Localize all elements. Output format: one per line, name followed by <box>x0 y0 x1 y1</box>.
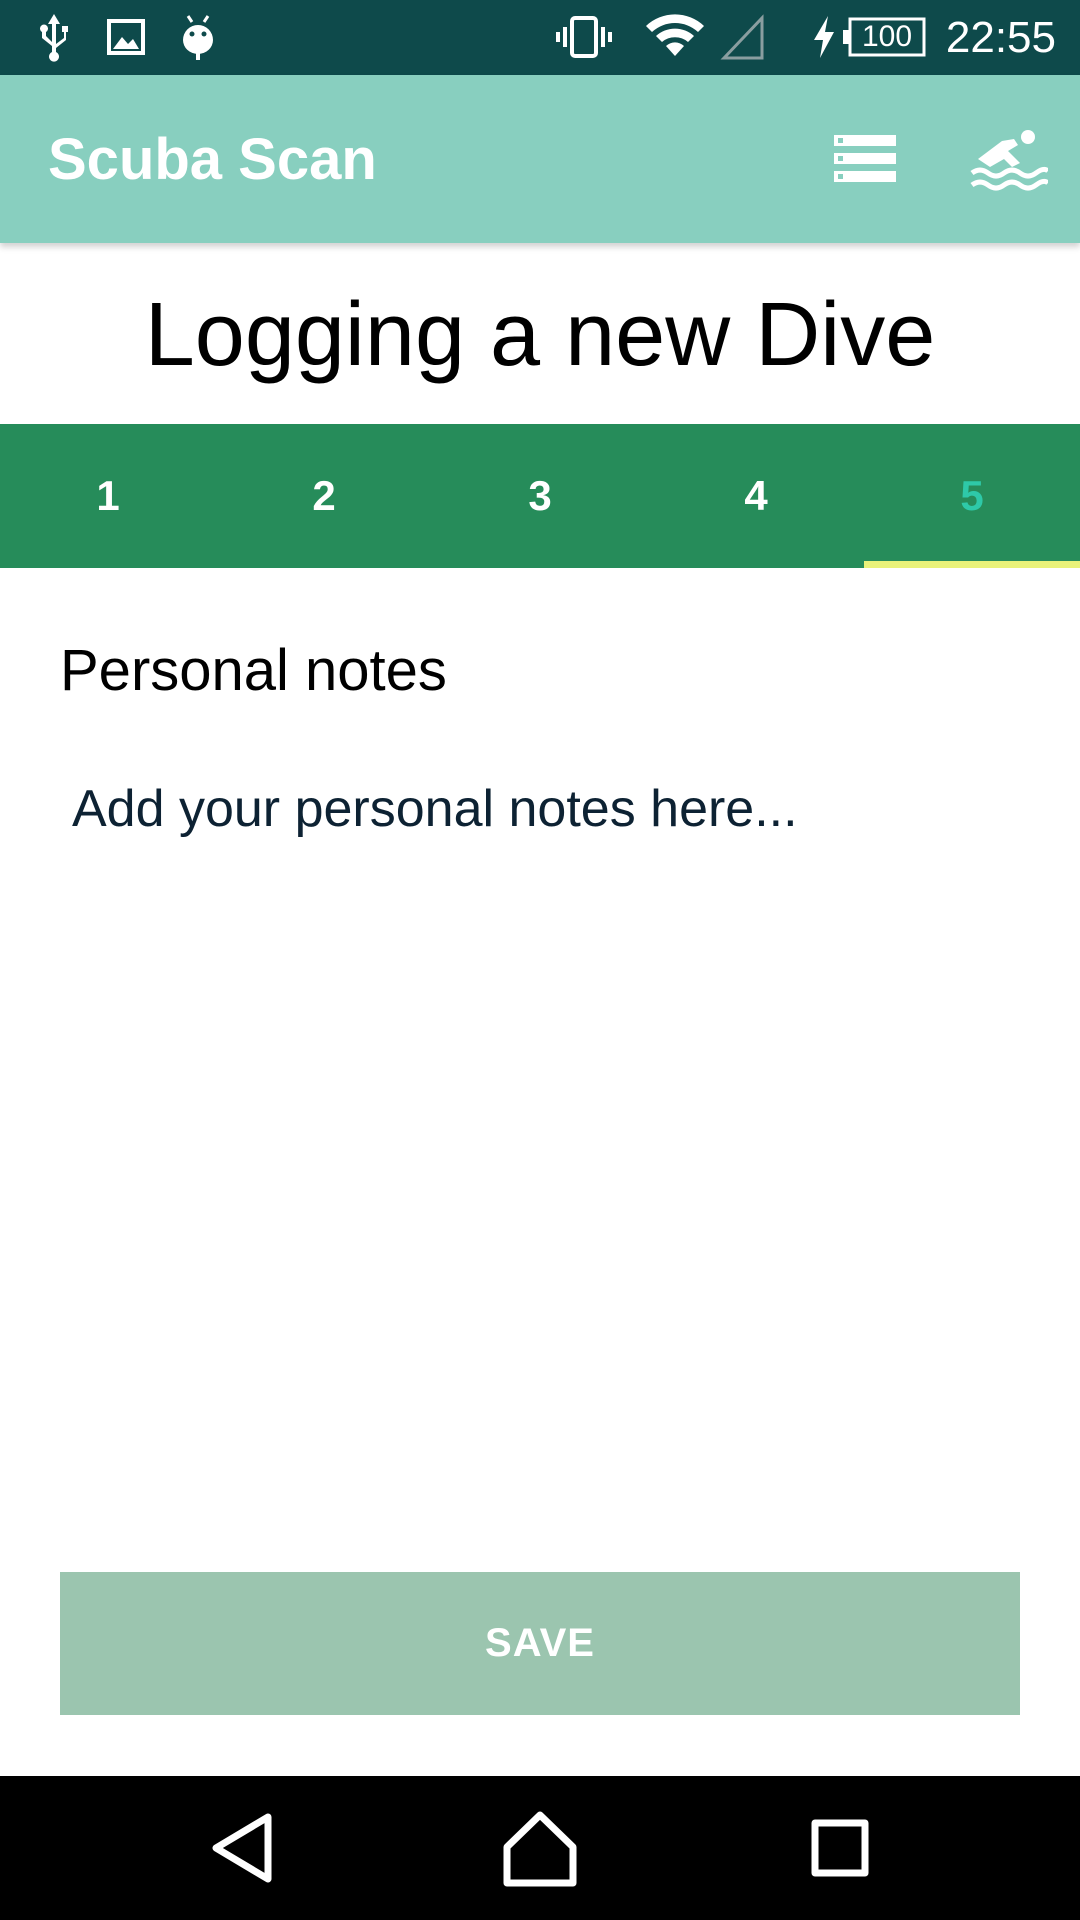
vibrate-icon <box>556 16 612 58</box>
back-icon <box>212 1813 272 1883</box>
notes-input[interactable] <box>60 770 1020 1530</box>
app-bar: Scuba Scan <box>0 75 1080 243</box>
list-button[interactable] <box>824 123 904 195</box>
navigation-bar <box>0 1776 1080 1920</box>
tab-step-1[interactable]: 1 <box>0 424 216 568</box>
back-button[interactable] <box>198 1803 288 1893</box>
recents-button[interactable] <box>795 1803 885 1893</box>
save-button[interactable]: SAVE <box>60 1572 1020 1715</box>
tab-label: 1 <box>96 472 120 519</box>
swimmer-icon <box>970 130 1050 191</box>
charging-icon <box>814 16 834 58</box>
home-button[interactable] <box>495 1803 585 1893</box>
tab-label: 5 <box>960 472 984 519</box>
image-icon <box>107 19 145 55</box>
status-time: 22:55 <box>945 13 1056 62</box>
recents-icon <box>811 1819 869 1877</box>
notes-label: Personal notes <box>60 638 447 703</box>
tab-label: 3 <box>528 472 552 519</box>
wifi-icon <box>646 14 704 56</box>
tab-step-5[interactable]: 5 <box>864 424 1080 568</box>
tab-label: 2 <box>312 472 336 519</box>
page-title: Logging a new Dive <box>144 285 936 385</box>
swimmer-button[interactable] <box>968 123 1050 195</box>
battery-icon: 100 <box>842 17 926 57</box>
battery-level: 100 <box>861 20 913 53</box>
tab-active-indicator <box>864 561 1080 568</box>
tab-step-2[interactable]: 2 <box>216 424 432 568</box>
tab-step-3[interactable]: 3 <box>432 424 648 568</box>
app-title: Scuba Scan <box>48 127 377 192</box>
android-debug-icon <box>183 15 213 60</box>
status-bar: 100 22:55 <box>0 0 1080 75</box>
usb-icon <box>40 14 68 62</box>
list-icon <box>834 135 896 182</box>
tab-step-4[interactable]: 4 <box>648 424 864 568</box>
home-icon <box>503 1811 577 1887</box>
tab-label: 4 <box>744 472 768 519</box>
step-tabs: 1 2 3 4 5 <box>0 424 1080 568</box>
cell-signal-icon <box>720 14 764 60</box>
screen: 100 22:55 Scuba Scan Logging a new Dive … <box>0 0 1080 1920</box>
